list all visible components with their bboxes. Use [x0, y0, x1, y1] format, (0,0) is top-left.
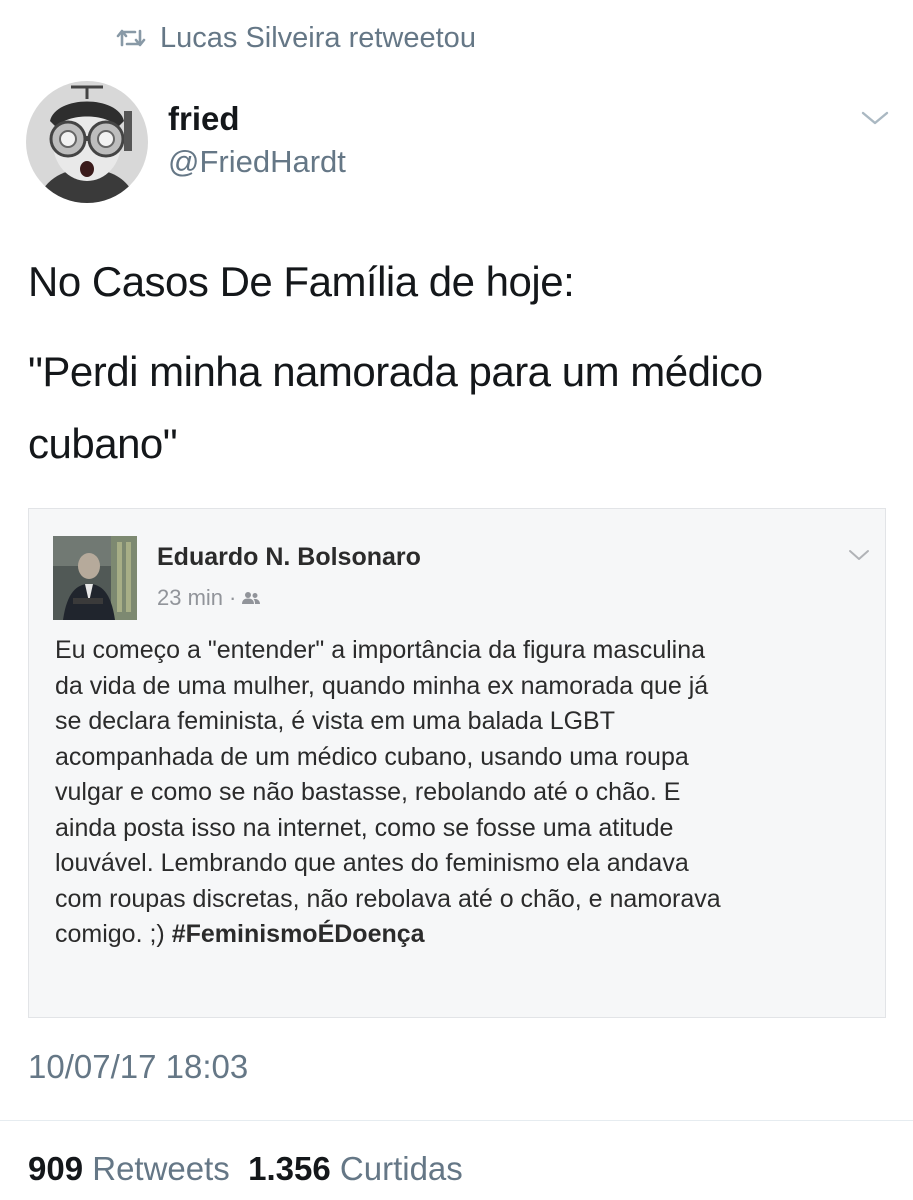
embedded-post-last-line-text: comigo. ;) — [55, 920, 172, 948]
author-handle[interactable]: @FriedHardt — [168, 144, 346, 180]
embedded-post-line: acompanhada de um médico cubano, usando … — [55, 742, 689, 771]
embedded-post-separator: · — [229, 585, 237, 610]
tweet-text-line: "Perdi minha namorada para um médico — [28, 348, 763, 395]
retweet-context-text: Lucas Silveira retweetou — [160, 21, 476, 54]
friends-icon — [242, 585, 261, 611]
retweets-stat[interactable]: 909 Retweets — [28, 1150, 230, 1187]
tweet-timestamp[interactable]: 10/07/17 18:03 — [28, 1048, 248, 1086]
embedded-post-hashtag: #FeminismoÉDoença — [171, 920, 425, 948]
tweet-text-line: No Casos De Família de hoje: — [28, 258, 575, 305]
embedded-post-line: com roupas discretas, não rebolava até o… — [55, 884, 721, 913]
embedded-post-line: louvável. Lembrando que antes do feminis… — [55, 849, 689, 877]
author-display-name[interactable]: fried — [168, 100, 240, 138]
embedded-post-line: Eu começo a "entender" a importância da … — [55, 636, 706, 664]
embedded-post-chevron-icon — [847, 547, 871, 568]
divider — [0, 1120, 913, 1121]
retweet-icon — [116, 26, 146, 50]
embedded-post-line: ainda posta isso na internet, como se fo… — [55, 813, 674, 842]
embedded-post-author-photo — [53, 536, 137, 620]
embedded-post-line: da vida de uma mulher, quando minha ex n… — [55, 671, 709, 700]
tweet-menu-chevron-icon[interactable] — [860, 108, 890, 133]
embedded-post-author-name: Eduardo N. Bolsonaro — [157, 543, 421, 571]
embedded-post-line: vulgar e como se não bastasse, rebolando… — [55, 778, 681, 806]
embedded-post-image[interactable]: Eduardo N. Bolsonaro 23 min · Eu começo … — [28, 508, 886, 1018]
embedded-post-last-line: comigo. ;) #FeminismoÉDoença — [55, 917, 875, 953]
embedded-post-meta: 23 min · — [157, 585, 261, 611]
likes-count: 1.356 — [248, 1150, 331, 1187]
tweet-stats: 909 Retweets 1.356 Curtidas — [28, 1150, 463, 1188]
retweets-label: Retweets — [92, 1150, 230, 1187]
avatar[interactable] — [26, 81, 148, 203]
embedded-post-time: 23 min — [157, 585, 224, 610]
retweet-context[interactable]: Lucas Silveira retweetou — [116, 18, 476, 58]
embedded-post-body: Eu começo a "entender" a importância da … — [55, 633, 875, 953]
embedded-post-line: se declara feminista, é vista em uma bal… — [55, 707, 615, 735]
retweets-count: 909 — [28, 1150, 84, 1187]
tweet-text-line: cubano" — [28, 420, 178, 467]
likes-label: Curtidas — [339, 1150, 463, 1187]
likes-stat[interactable]: 1.356 Curtidas — [248, 1150, 463, 1187]
